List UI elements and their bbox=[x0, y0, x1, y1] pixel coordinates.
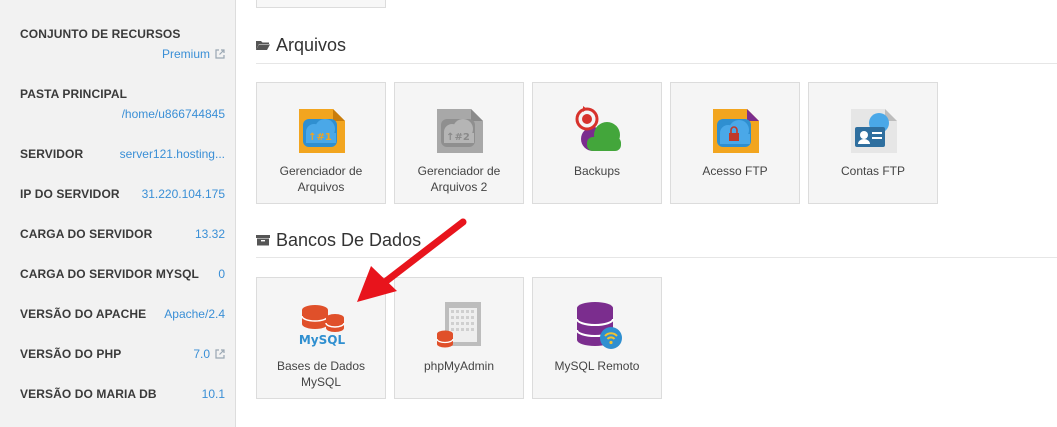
section-divider bbox=[256, 63, 1057, 64]
tile-file-manager[interactable]: ↑#1 Gerenciador de Arquivos bbox=[256, 82, 386, 204]
ftp-access-icon bbox=[713, 109, 759, 153]
phpmyadmin-icon bbox=[436, 302, 481, 348]
file-manager-2-icon: ↑#2 bbox=[437, 109, 483, 153]
info-label: VERSÃO DO PHP bbox=[20, 347, 122, 361]
tile-ftp-access[interactable]: Acesso FTP bbox=[670, 82, 800, 204]
tile-label: Gerenciador de Arquivos bbox=[279, 164, 363, 194]
server-info-sidebar: CONJUNTO DE RECURSOS Premium PASTA PRINC… bbox=[0, 0, 236, 427]
tile-file-manager-2[interactable]: ↑#2 Gerenciador de Arquivos 2 bbox=[394, 82, 524, 204]
info-value: Apache/2.4 bbox=[164, 307, 225, 321]
tile-label: Backups bbox=[573, 164, 621, 178]
previous-tile-edge bbox=[256, 0, 386, 8]
tile-ftp-accounts[interactable]: Contas FTP bbox=[808, 82, 938, 204]
plan-link[interactable]: Premium bbox=[162, 47, 225, 61]
info-value: /home/u866744845 bbox=[121, 107, 225, 121]
info-value: 31.220.104.175 bbox=[141, 187, 225, 201]
info-label: VERSÃO DO MARIA DB bbox=[20, 387, 157, 401]
info-label: VERSÃO DO APACHE bbox=[20, 307, 147, 321]
tile-mysql-databases[interactable]: MySQL Bases de Dados MySQL bbox=[256, 277, 386, 399]
folder-open-icon bbox=[256, 41, 270, 50]
external-link-icon bbox=[215, 349, 225, 359]
section-title-arquivos: Arquivos bbox=[256, 35, 346, 56]
php-version-link[interactable]: 7.0 bbox=[193, 347, 225, 361]
info-label: CARGA DO SERVIDOR MYSQL bbox=[20, 267, 199, 281]
svg-text:↑#2: ↑#2 bbox=[446, 132, 470, 143]
tile-label: Acesso FTP bbox=[702, 164, 768, 178]
tile-label: MySQL Remoto bbox=[554, 359, 640, 373]
mysql-remote-icon bbox=[576, 302, 622, 349]
info-label: PASTA PRINCIPAL bbox=[20, 87, 128, 101]
file-manager-icon: ↑#1 bbox=[299, 109, 345, 153]
archive-box-icon bbox=[256, 235, 270, 246]
ftp-accounts-icon bbox=[851, 109, 897, 153]
section-title-bancos-de-dados: Bancos De Dados bbox=[256, 230, 421, 251]
tile-label: Contas FTP bbox=[840, 164, 906, 178]
svg-text:↑#1: ↑#1 bbox=[308, 132, 332, 143]
external-link-icon bbox=[215, 49, 225, 59]
tile-backups[interactable]: Backups bbox=[532, 82, 662, 204]
tile-label: phpMyAdmin bbox=[423, 359, 495, 373]
section-divider bbox=[256, 257, 1057, 258]
tile-label: Bases de Dados MySQL bbox=[276, 359, 366, 389]
info-value: 13.32 bbox=[194, 227, 225, 241]
info-value: server121.hosting... bbox=[119, 147, 225, 161]
tile-label: Gerenciador de Arquivos 2 bbox=[417, 164, 501, 194]
main-content: Arquivos ↑#1 Gerenciador de Arquivos ↑#2… bbox=[236, 0, 1057, 427]
info-label: CARGA DO SERVIDOR bbox=[20, 227, 153, 241]
tile-phpmyadmin[interactable]: phpMyAdmin bbox=[394, 277, 524, 399]
info-label: IP DO SERVIDOR bbox=[20, 187, 120, 201]
info-value: 10.1 bbox=[201, 387, 225, 401]
svg-text:MySQL: MySQL bbox=[299, 333, 346, 347]
info-value: 0 bbox=[218, 267, 225, 281]
info-label: SERVIDOR bbox=[20, 147, 84, 161]
backups-icon bbox=[575, 106, 621, 151]
info-label: CONJUNTO DE RECURSOS bbox=[20, 27, 181, 41]
mysql-databases-icon: MySQL bbox=[299, 305, 346, 347]
tile-mysql-remote[interactable]: MySQL Remoto bbox=[532, 277, 662, 399]
